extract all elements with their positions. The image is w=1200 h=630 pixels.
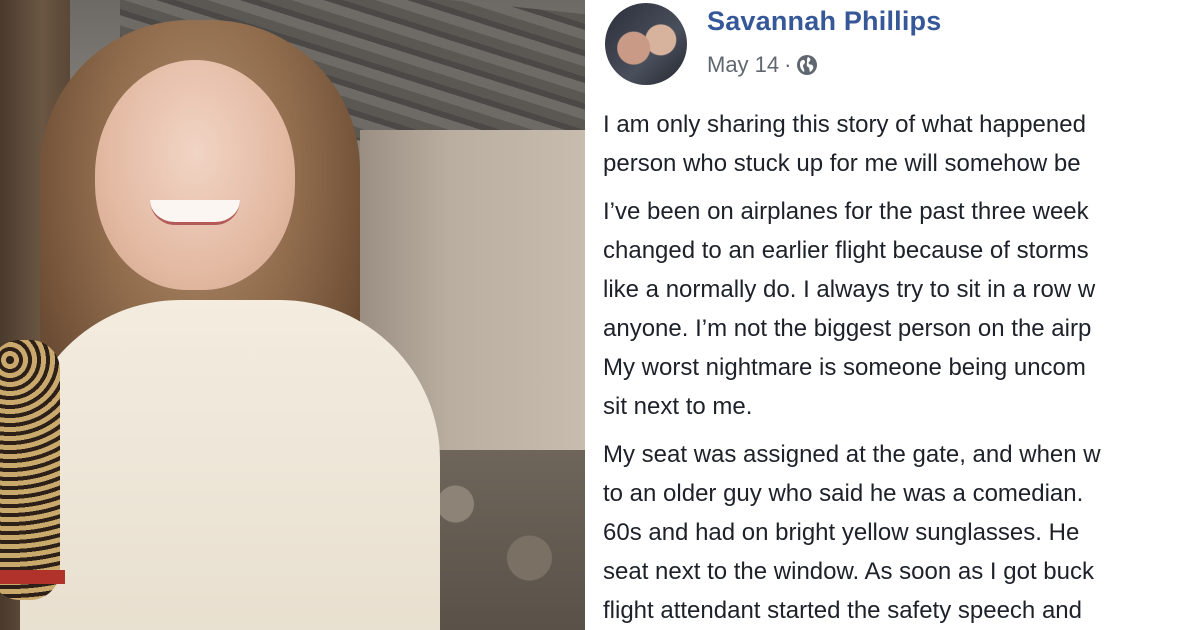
patterned-sleeve [0,340,60,600]
sleeve-trim [0,570,65,584]
facebook-post: Savannah Phillips May 14 · I am only sha… [585,0,1200,630]
meta-separator: · [784,52,792,77]
globe-icon[interactable] [796,54,818,76]
post-photo[interactable] [0,0,585,630]
post-date[interactable]: May 14 [707,52,779,78]
post-meta: May 14 · [707,52,818,78]
post-paragraph-3: My seat was assigned at the gate, and wh… [603,441,1101,624]
post-paragraph-1: I am only sharing this story of what hap… [603,111,1086,177]
post-paragraph-2: I’ve been on airplanes for the past thre… [603,198,1096,420]
author-avatar[interactable] [605,3,687,85]
person-face [95,60,295,290]
author-name[interactable]: Savannah Phillips [707,6,941,37]
person-smile [150,200,240,225]
person-sweater [20,300,440,630]
post-text: I am only sharing this story of what hap… [603,105,1200,630]
